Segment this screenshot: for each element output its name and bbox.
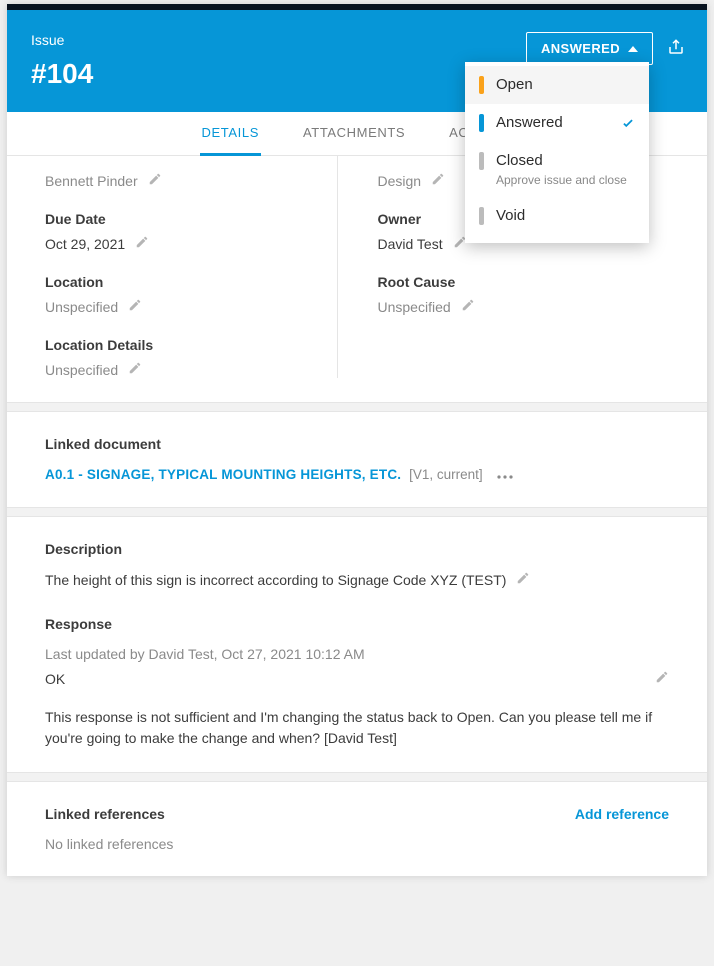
assignee-value: Bennett Pinder [45, 173, 138, 189]
due-date-value: Oct 29, 2021 [45, 236, 125, 252]
status-option-void[interactable]: Void [465, 197, 649, 235]
edit-location-icon[interactable] [128, 298, 142, 315]
status-option-label: Void [496, 207, 525, 224]
status-color-bar [479, 76, 484, 94]
edit-assignee-icon[interactable] [148, 172, 162, 189]
edit-response-icon[interactable] [655, 670, 669, 687]
description-label: Description [45, 541, 669, 557]
response-label: Response [45, 616, 669, 632]
linked-references-section: Linked references Add reference No linke… [7, 782, 707, 876]
category-value: Design [378, 173, 422, 189]
status-option-label: Open [496, 76, 533, 93]
location-details-value: Unspecified [45, 362, 118, 378]
status-color-bar [479, 207, 484, 225]
check-icon [621, 116, 635, 133]
panel-header: Issue #104 ANSWERED OpenAnsweredClosedAp… [7, 10, 707, 112]
due-date-label: Due Date [45, 211, 337, 227]
edit-location-details-icon[interactable] [128, 361, 142, 378]
tab-attachments[interactable]: ATTACHMENTS [301, 112, 407, 156]
location-value: Unspecified [45, 299, 118, 315]
caret-up-icon [628, 46, 638, 52]
status-option-closed[interactable]: Closed Approve issue and close [465, 142, 649, 197]
status-dropdown-menu: Open Answered Closed Approve issue and clos… [465, 62, 649, 243]
status-option-answered[interactable]: Answered [465, 104, 649, 142]
location-label: Location [45, 274, 337, 290]
status-color-bar [479, 114, 484, 132]
response-text: OK [45, 671, 65, 687]
root-cause-value: Unspecified [378, 299, 451, 315]
response-meta: Last updated by David Test, Oct 27, 2021… [45, 646, 669, 662]
linked-document-meta: [V1, current] [409, 467, 483, 482]
linked-references-label: Linked references [45, 806, 165, 822]
linked-references-empty: No linked references [45, 836, 669, 852]
edit-root-cause-icon[interactable] [461, 298, 475, 315]
status-option-label: Closed [496, 152, 627, 169]
add-reference-button[interactable]: Add reference [575, 806, 669, 822]
status-dropdown-button[interactable]: ANSWERED [526, 32, 653, 65]
status-option-sub: Approve issue and close [496, 173, 627, 187]
edit-category-icon[interactable] [431, 172, 445, 189]
linked-document-label: Linked document [45, 436, 669, 452]
share-icon[interactable] [667, 38, 685, 59]
location-details-label: Location Details [45, 337, 337, 353]
root-cause-label: Root Cause [378, 274, 670, 290]
response-note: This response is not sufficient and I'm … [45, 707, 669, 748]
status-option-label: Answered [496, 114, 563, 131]
edit-description-icon[interactable] [516, 571, 530, 588]
status-dropdown-label: ANSWERED [541, 41, 620, 56]
status-color-bar [479, 152, 484, 170]
description-text: The height of this sign is incorrect acc… [45, 572, 506, 588]
tab-details[interactable]: DETAILS [200, 112, 261, 156]
status-option-open[interactable]: Open [465, 66, 649, 104]
owner-value: David Test [378, 236, 443, 252]
more-options-icon[interactable] [497, 467, 513, 483]
linked-document-link[interactable]: A0.1 - SIGNAGE, TYPICAL MOUNTING HEIGHTS… [45, 467, 401, 482]
edit-due-date-icon[interactable] [135, 235, 149, 252]
